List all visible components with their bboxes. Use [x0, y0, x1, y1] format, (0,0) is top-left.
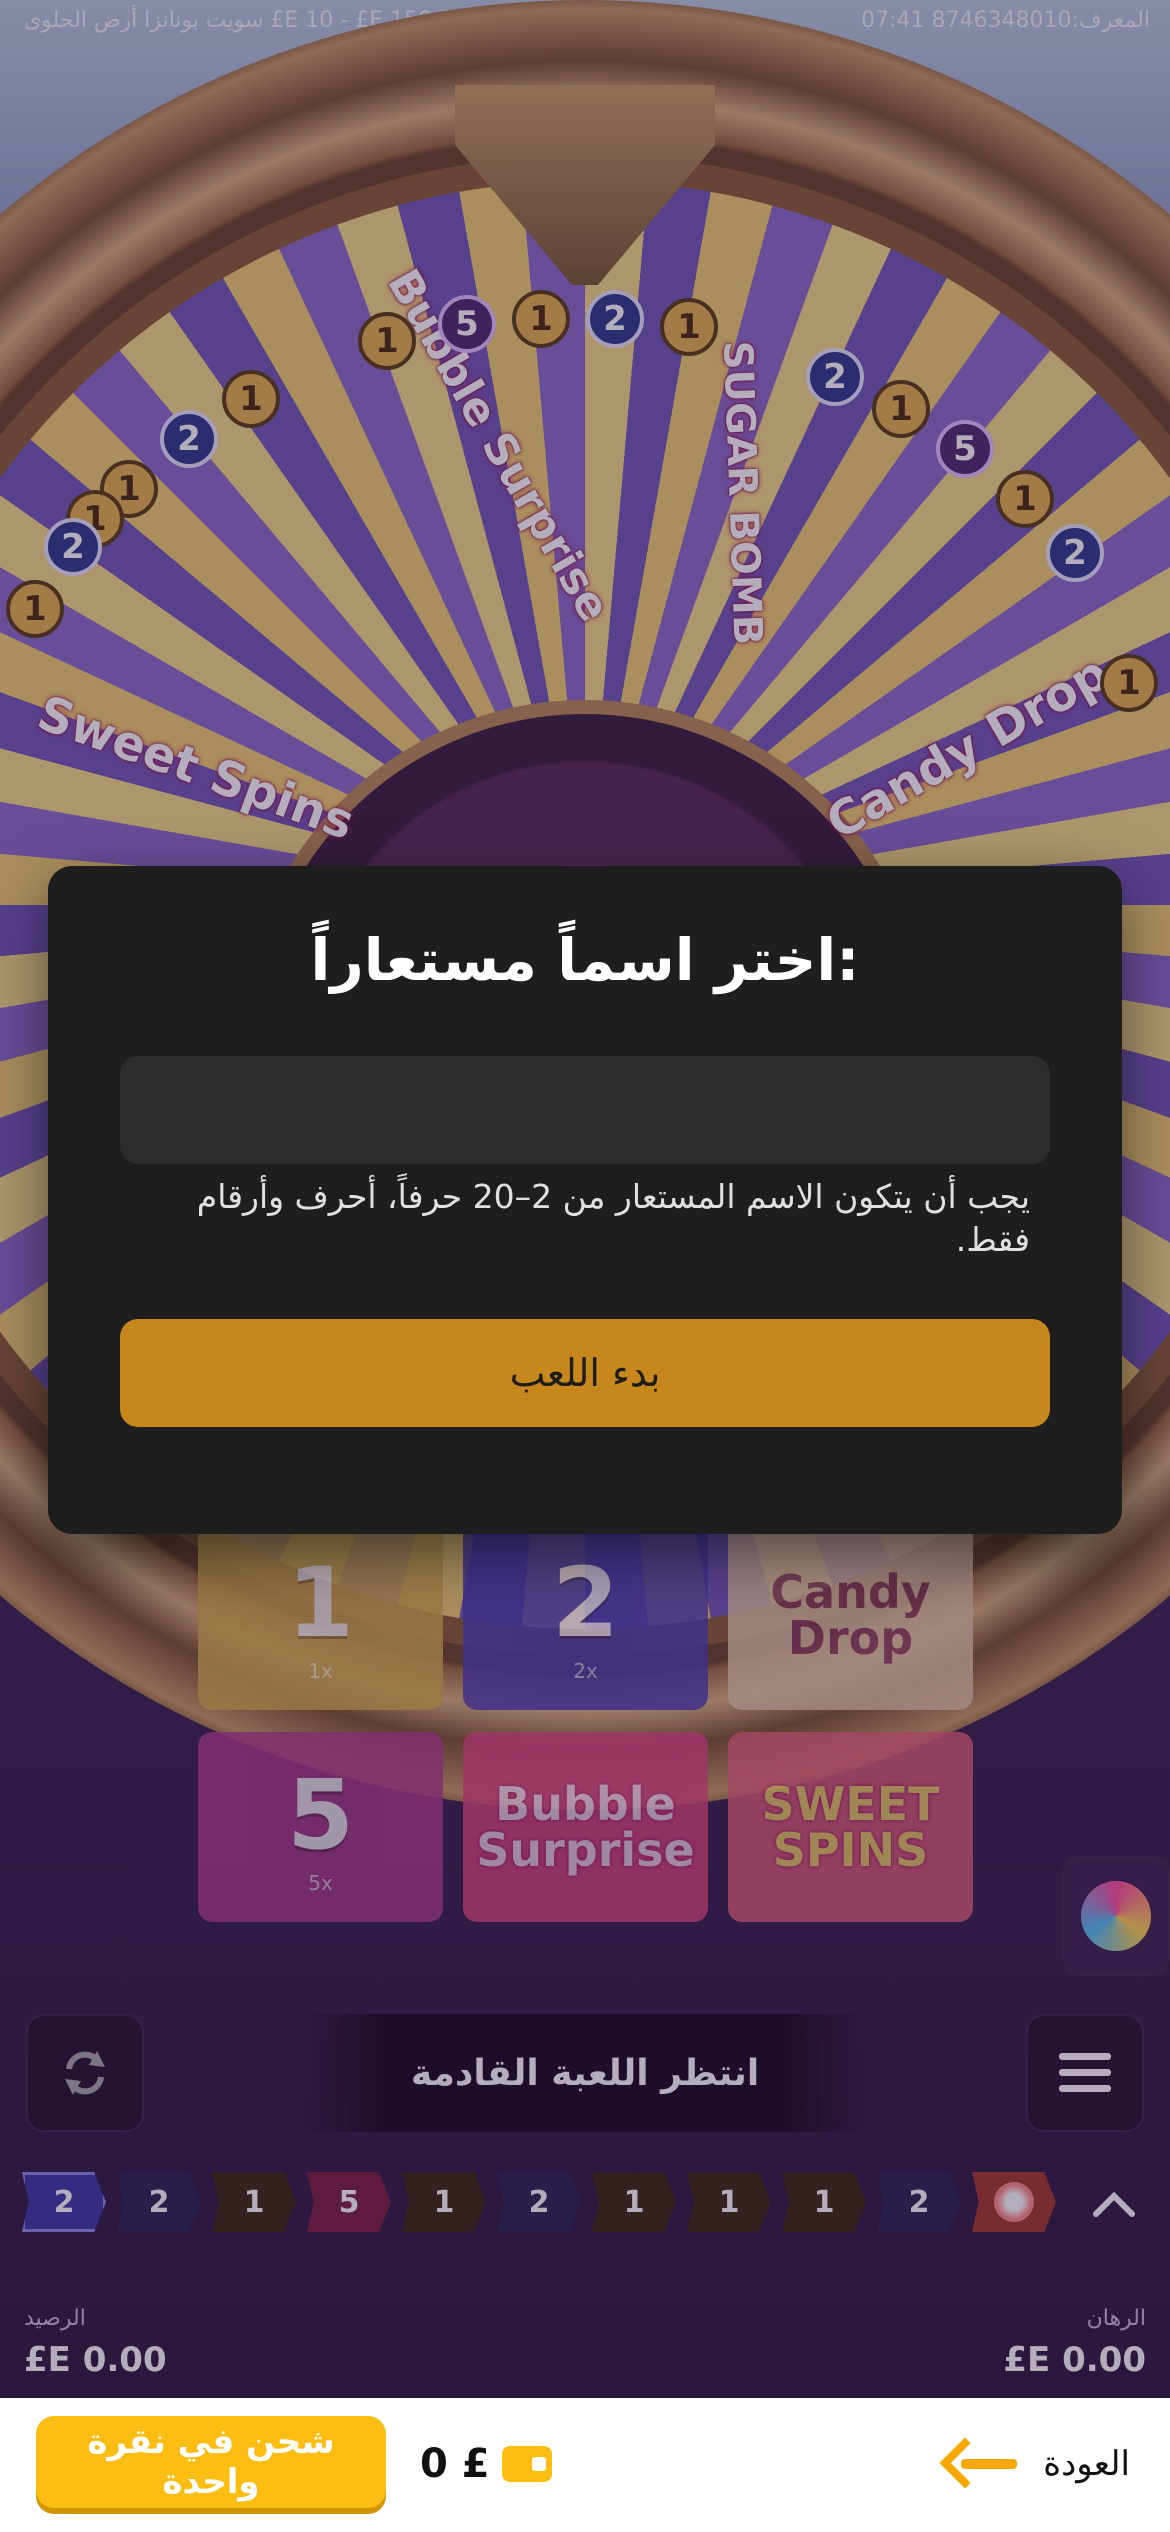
back-label: العودة [1043, 2444, 1130, 2484]
start-game-button[interactable]: بدء اللعب [120, 1319, 1050, 1427]
wallet-icon [501, 2446, 552, 2482]
one-click-topup-button[interactable]: شحن في نقرة واحدة [36, 2416, 386, 2508]
wallet-amount: 0 £ [420, 2441, 490, 2487]
nickname-dialog: اختر اسماً مستعاراً: يجب أن يتكون الاسم … [48, 866, 1122, 1534]
bottom-app-bar: شحن في نقرة واحدة 0 £ العودة [0, 2398, 1170, 2532]
arrow-right-icon [961, 2459, 1018, 2469]
wallet-balance[interactable]: 0 £ [420, 2434, 552, 2494]
nickname-input[interactable] [120, 1056, 1050, 1164]
back-button[interactable]: العودة [961, 2434, 1130, 2494]
nickname-hint: يجب أن يتكون الاسم المستعار من 2–20 حرفا… [196, 1177, 1030, 1259]
dialog-title: اختر اسماً مستعاراً: [310, 926, 860, 994]
